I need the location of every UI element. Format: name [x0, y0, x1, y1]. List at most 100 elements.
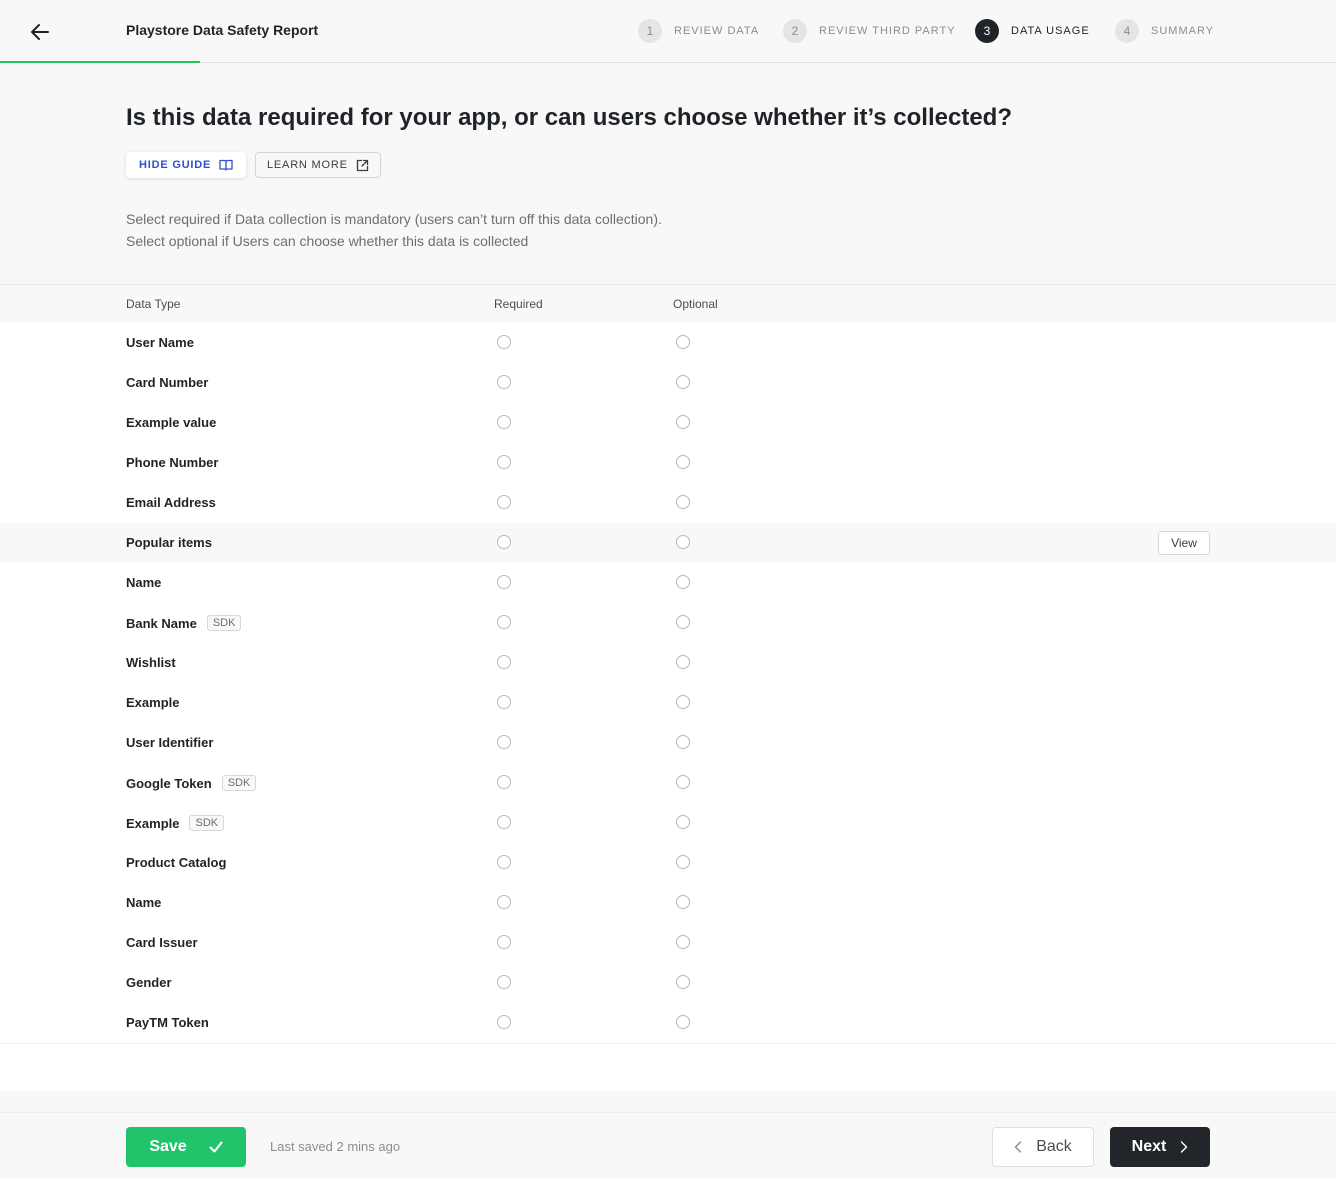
table-row: Product Catalog — [0, 843, 1336, 884]
optional-radio[interactable] — [676, 455, 690, 469]
external-link-icon — [356, 159, 368, 171]
optional-radio[interactable] — [676, 335, 690, 349]
data-type-label: Popular items — [126, 535, 212, 550]
data-type-label: Google Token — [126, 775, 212, 791]
data-type-name: Email Address — [126, 495, 216, 510]
data-type-name: Example SDK — [126, 815, 225, 831]
column-data-type: Data Type — [126, 297, 181, 311]
table-row: Phone Number — [0, 443, 1336, 484]
step-number: 1 — [638, 19, 662, 43]
footer-bar: Save Last saved 2 mins ago Back Next — [0, 1112, 1336, 1179]
required-radio[interactable] — [497, 495, 511, 509]
optional-radio[interactable] — [676, 495, 690, 509]
column-required: Required — [494, 297, 543, 311]
optional-radio[interactable] — [676, 535, 690, 549]
optional-radio[interactable] — [676, 655, 690, 669]
guide-line-optional: Select optional if Users can choose whet… — [126, 233, 529, 249]
step-summary[interactable]: 4 SUMMARY — [1115, 19, 1214, 43]
checkmark-icon — [209, 1141, 223, 1153]
save-button[interactable]: Save — [126, 1127, 246, 1167]
required-radio[interactable] — [497, 695, 511, 709]
data-type-name: Google Token SDK — [126, 775, 257, 791]
required-radio[interactable] — [497, 815, 511, 829]
table-row: User Identifier — [0, 723, 1336, 764]
optional-radio[interactable] — [676, 935, 690, 949]
optional-radio[interactable] — [676, 815, 690, 829]
required-radio[interactable] — [497, 615, 511, 629]
table-row: Name — [0, 563, 1336, 604]
learn-more-label: LEARN MORE — [267, 159, 348, 171]
next-button[interactable]: Next — [1110, 1127, 1210, 1167]
step-data-usage[interactable]: 3 DATA USAGE — [975, 19, 1090, 43]
learn-more-button[interactable]: LEARN MORE — [255, 152, 381, 178]
page-question: Is this data required for your app, or c… — [126, 104, 1012, 131]
optional-radio[interactable] — [676, 375, 690, 389]
last-saved-status: Last saved 2 mins ago — [270, 1139, 401, 1154]
data-type-name: User Name — [126, 335, 194, 350]
required-radio[interactable] — [497, 1015, 511, 1029]
back-arrow-icon[interactable] — [28, 20, 52, 44]
sdk-badge: SDK — [206, 615, 242, 631]
optional-radio[interactable] — [676, 415, 690, 429]
required-radio[interactable] — [497, 375, 511, 389]
required-radio[interactable] — [497, 535, 511, 549]
data-type-name: Gender — [126, 975, 172, 990]
data-type-label: PayTM Token — [126, 1015, 209, 1030]
required-radio[interactable] — [497, 895, 511, 909]
data-type-name: Card Number — [126, 375, 208, 390]
required-radio[interactable] — [497, 655, 511, 669]
required-radio[interactable] — [497, 935, 511, 949]
table-row: Example — [0, 683, 1336, 724]
column-optional: Optional — [673, 297, 718, 311]
required-radio[interactable] — [497, 735, 511, 749]
optional-radio[interactable] — [676, 575, 690, 589]
data-type-name: Card Issuer — [126, 935, 198, 950]
step-review-third-party[interactable]: 2 REVIEW THIRD PARTY — [783, 19, 956, 43]
table-row: Google Token SDK — [0, 763, 1336, 804]
required-radio[interactable] — [497, 415, 511, 429]
app-title: Playstore Data Safety Report — [126, 22, 319, 38]
data-type-table: Data Type Required Optional User Name Car… — [0, 284, 1336, 1091]
data-type-name: Product Catalog — [126, 855, 226, 870]
required-radio[interactable] — [497, 335, 511, 349]
back-button[interactable]: Back — [992, 1127, 1094, 1167]
guide-line-required: Select required if Data collection is ma… — [126, 211, 662, 227]
back-label: Back — [1036, 1138, 1072, 1155]
guide-description: Select required if Data collection is ma… — [126, 208, 662, 252]
sdk-badge: SDK — [189, 815, 225, 831]
data-type-name: Bank Name SDK — [126, 615, 242, 631]
chevron-left-icon — [1015, 1141, 1022, 1153]
chevron-right-icon — [1181, 1141, 1188, 1153]
data-type-label: Phone Number — [126, 455, 219, 470]
step-label: REVIEW DATA — [674, 25, 760, 37]
data-type-name: Name — [126, 575, 161, 590]
optional-radio[interactable] — [676, 695, 690, 709]
optional-radio[interactable] — [676, 975, 690, 989]
book-icon — [219, 159, 233, 171]
optional-radio[interactable] — [676, 895, 690, 909]
required-radio[interactable] — [497, 975, 511, 989]
table-row: Bank Name SDK — [0, 603, 1336, 644]
required-radio[interactable] — [497, 575, 511, 589]
step-number: 4 — [1115, 19, 1139, 43]
required-radio[interactable] — [497, 855, 511, 869]
required-radio[interactable] — [497, 775, 511, 789]
data-type-name: Example — [126, 695, 179, 710]
data-type-label: Bank Name — [126, 615, 197, 631]
step-review-data[interactable]: 1 REVIEW DATA — [638, 19, 759, 43]
optional-radio[interactable] — [676, 735, 690, 749]
data-type-label: User Identifier — [126, 735, 214, 750]
data-type-name: Popular items — [126, 535, 212, 550]
view-button[interactable]: View — [1158, 531, 1210, 555]
hide-guide-button[interactable]: HIDE GUIDE — [126, 152, 247, 178]
table-row: PayTM Token — [0, 1003, 1336, 1044]
optional-radio[interactable] — [676, 775, 690, 789]
step-label: DATA USAGE — [1011, 25, 1090, 37]
data-type-label: Example value — [126, 415, 217, 430]
optional-radio[interactable] — [676, 1015, 690, 1029]
optional-radio[interactable] — [676, 615, 690, 629]
required-radio[interactable] — [497, 455, 511, 469]
data-type-label: Wishlist — [126, 655, 176, 670]
data-type-name: User Identifier — [126, 735, 213, 750]
optional-radio[interactable] — [676, 855, 690, 869]
